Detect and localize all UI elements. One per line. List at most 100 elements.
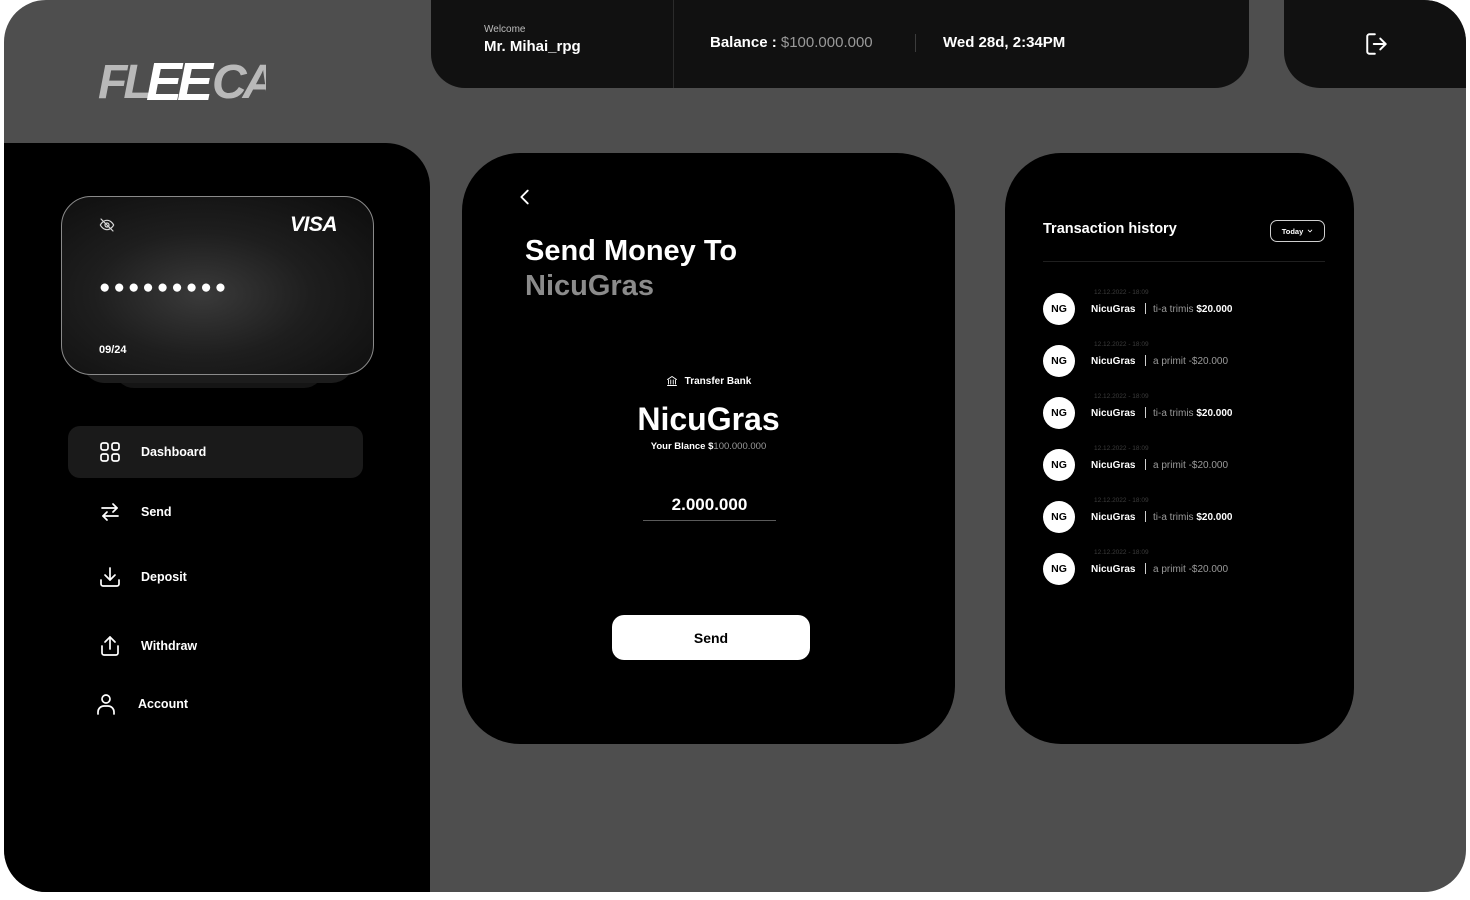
svg-text:CA: CA [212, 56, 266, 104]
transaction-row[interactable]: NG 12.12.2022 - 18:09 NicuGras a primit … [1043, 549, 1333, 601]
recipient-name: NicuGras [637, 401, 780, 437]
grid-icon [100, 442, 120, 462]
transaction-amount: -$20.000 [1188, 356, 1229, 367]
logout-panel [1284, 0, 1466, 88]
transaction-description: a primit -$20.000 [1153, 564, 1228, 575]
transaction-action: ti-a trimis [1153, 304, 1194, 315]
separator [1145, 355, 1146, 366]
divider [1043, 261, 1325, 262]
sidebar-item-account[interactable]: Account [68, 678, 363, 730]
transaction-history-title: Transaction history [1043, 221, 1177, 237]
page-title: Send Money To [525, 235, 738, 267]
transaction-amount: $20.000 [1196, 304, 1233, 315]
sidebar: VISA ●●●●●●●●● 09/24 Dashboard Send Depo… [4, 143, 430, 892]
sidebar-item-label: Send [141, 505, 172, 519]
sidebar-item-deposit[interactable]: Deposit [68, 551, 363, 603]
send-money-panel: Send Money To NicuGras Transfer Bank Nic… [462, 153, 955, 744]
avatar: NG [1043, 345, 1075, 377]
transaction-date: 12.12.2022 - 18:09 [1094, 445, 1149, 452]
transaction-action: ti-a trimis [1153, 512, 1194, 523]
sidebar-item-send[interactable]: Send [68, 486, 363, 538]
transaction-action: a primit [1153, 356, 1186, 367]
transaction-amount: $20.000 [1196, 408, 1233, 419]
transaction-action: ti-a trimis [1153, 408, 1194, 419]
transaction-row[interactable]: NG 12.12.2022 - 18:09 NicuGras a primit … [1043, 341, 1333, 393]
swap-arrows-icon [101, 503, 119, 521]
user-icon [97, 694, 115, 715]
avatar: NG [1043, 293, 1075, 325]
your-balance-value: 100.000.000 [713, 441, 767, 452]
transfer-method: Transfer Bank [462, 375, 955, 390]
svg-text:FL: FL [98, 56, 150, 104]
welcome-label: Welcome [484, 24, 526, 35]
chevron-left-icon[interactable] [514, 186, 536, 208]
avatar: NG [1043, 553, 1075, 585]
top-divider [915, 34, 916, 52]
transaction-row[interactable]: NG 12.12.2022 - 18:09 NicuGras ti-a trim… [1043, 289, 1333, 341]
fleeca-logo: FL EE CA [96, 52, 266, 104]
transaction-action: a primit [1153, 460, 1186, 471]
transaction-description: a primit -$20.000 [1153, 460, 1228, 471]
sidebar-item-withdraw[interactable]: Withdraw [68, 620, 363, 672]
separator [1145, 407, 1146, 418]
transfer-method-label: Transfer Bank [684, 375, 752, 387]
transaction-name: NicuGras [1091, 460, 1136, 471]
transaction-row[interactable]: NG 12.12.2022 - 18:09 NicuGras ti-a trim… [1043, 497, 1333, 549]
top-divider [673, 0, 674, 88]
transaction-description: ti-a trimis $20.000 [1153, 304, 1233, 315]
send-button[interactable]: Send [612, 615, 810, 660]
sidebar-item-label: Withdraw [141, 639, 198, 653]
sidebar-item-label: Deposit [141, 570, 187, 584]
transaction-date: 12.12.2022 - 18:09 [1094, 393, 1149, 400]
app-frame: FL EE CA Welcome Mr. Mihai_rpg Balance :… [4, 0, 1466, 892]
transaction-name: NicuGras [1091, 356, 1136, 367]
balance-label: Balance : [710, 34, 777, 51]
transaction-date: 12.12.2022 - 18:09 [1094, 497, 1149, 504]
transaction-list: NG 12.12.2022 - 18:09 NicuGras ti-a trim… [1043, 289, 1333, 601]
download-icon [100, 567, 120, 587]
bank-icon [666, 376, 677, 386]
card-number: ●●●●●●●●● [99, 277, 230, 298]
welcome-block: Welcome Mr. Mihai_rpg [484, 24, 581, 55]
chevron-down-icon [1308, 229, 1313, 233]
date-filter-dropdown[interactable]: Today [1270, 220, 1325, 242]
transaction-name: NicuGras [1091, 408, 1136, 419]
transaction-history-panel: Transaction history Today NG 12.12.2022 … [1005, 153, 1354, 744]
your-balance: Your Blance $100.000.000 [462, 441, 955, 452]
separator [1145, 303, 1146, 314]
transaction-description: ti-a trimis $20.000 [1153, 512, 1233, 523]
datetime: Wed 28d, 2:34PM [943, 34, 1066, 51]
transaction-name: NicuGras [1091, 512, 1136, 523]
avatar: NG [1043, 501, 1075, 533]
your-balance-label: Your Blance [650, 441, 706, 452]
transaction-date: 12.12.2022 - 18:09 [1094, 549, 1149, 556]
balance-display: Balance : $100.000.000 [710, 34, 873, 51]
recipient-subtitle: NicuGras [525, 270, 654, 302]
transaction-description: a primit -$20.000 [1153, 356, 1228, 367]
eye-off-icon[interactable] [99, 217, 115, 233]
separator [1145, 459, 1146, 470]
transaction-action: a primit [1153, 564, 1186, 575]
top-bar: Welcome Mr. Mihai_rpg Balance : $100.000… [431, 0, 1249, 88]
balance-value: $100.000.000 [780, 34, 873, 51]
upload-icon [101, 636, 119, 656]
visa-logo: VISA [289, 213, 338, 236]
sidebar-item-label: Dashboard [141, 445, 207, 459]
amount-input[interactable] [643, 489, 776, 521]
transaction-name: NicuGras [1091, 304, 1136, 315]
avatar: NG [1043, 449, 1075, 481]
bank-card[interactable]: VISA ●●●●●●●●● 09/24 [61, 196, 374, 375]
transaction-date: 12.12.2022 - 18:09 [1094, 289, 1149, 296]
transaction-name: NicuGras [1091, 564, 1136, 575]
avatar: NG [1043, 397, 1075, 429]
transaction-row[interactable]: NG 12.12.2022 - 18:09 NicuGras ti-a trim… [1043, 393, 1333, 445]
transaction-row[interactable]: NG 12.12.2022 - 18:09 NicuGras a primit … [1043, 445, 1333, 497]
sidebar-item-dashboard[interactable]: Dashboard [68, 426, 363, 478]
transaction-amount: -$20.000 [1188, 460, 1229, 471]
transaction-amount: $20.000 [1196, 512, 1233, 523]
date-filter-label: Today [1281, 226, 1304, 236]
card-expiry: 09/24 [99, 344, 127, 356]
transaction-date: 12.12.2022 - 18:09 [1094, 341, 1149, 348]
transaction-amount: -$20.000 [1188, 564, 1229, 575]
logout-icon[interactable] [1364, 31, 1390, 57]
